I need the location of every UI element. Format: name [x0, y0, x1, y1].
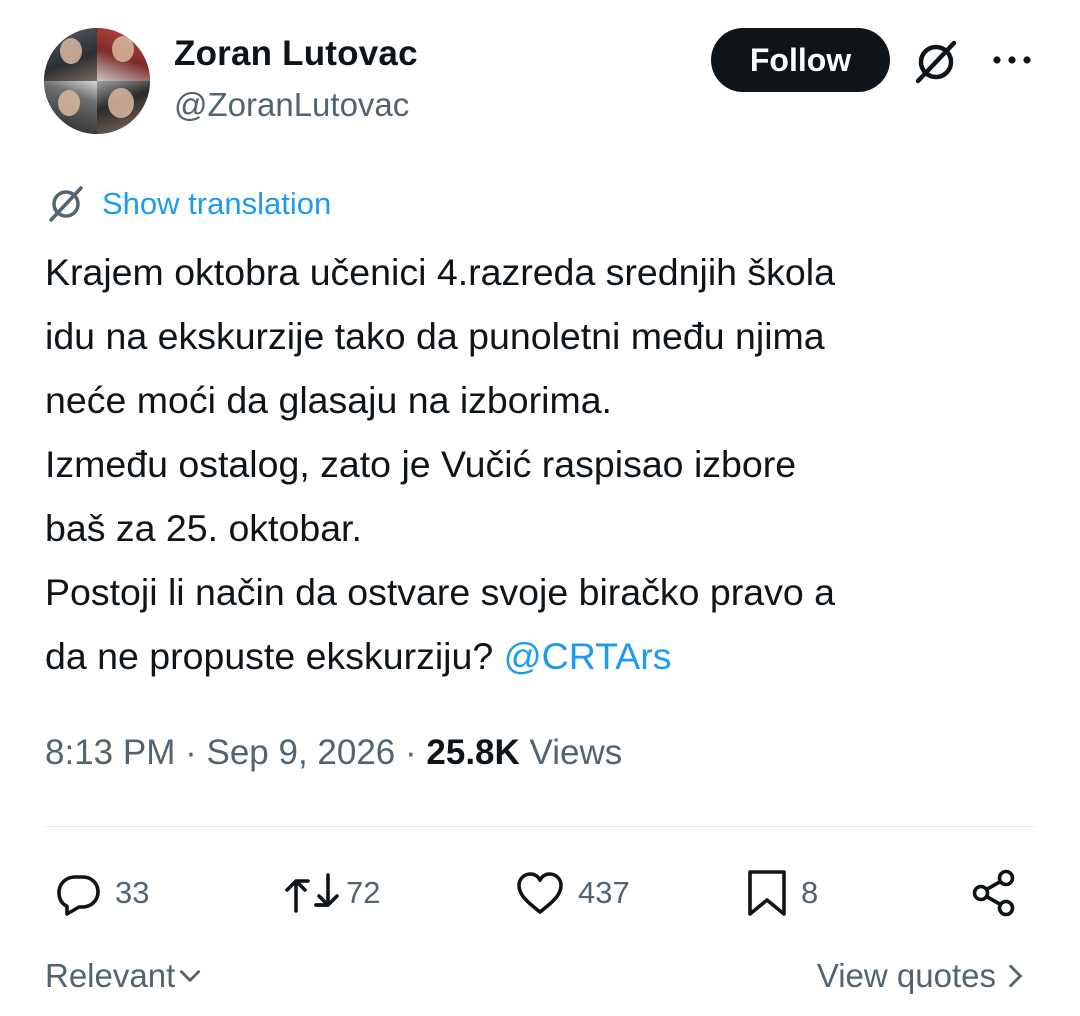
- avatar[interactable]: [44, 28, 150, 134]
- repost-count: 72: [346, 875, 381, 910]
- share-button[interactable]: [970, 866, 1020, 920]
- sort-dropdown[interactable]: Relevant: [45, 957, 203, 995]
- tweet-line: baš za 25. oktobar.: [45, 507, 362, 549]
- reply-button[interactable]: 33: [55, 866, 149, 920]
- avatar-face: [58, 90, 80, 116]
- tweet-line: Krajem oktobra učenici 4.razreda srednji…: [45, 251, 835, 293]
- bookmark-button[interactable]: 8: [745, 866, 818, 920]
- tweet-line: neće moći da glasaju na izborima.: [45, 379, 612, 421]
- tweet-date[interactable]: Sep 9, 2026: [206, 733, 395, 772]
- repost-icon: [285, 873, 339, 913]
- views-label: Views: [529, 733, 623, 772]
- tweet-line: idu na ekskurzije tako da punoletni među…: [45, 315, 825, 357]
- tweet-time[interactable]: 8:13 PM: [45, 733, 175, 772]
- chevron-down-icon: [180, 970, 201, 982]
- like-button[interactable]: 437: [514, 866, 630, 920]
- tweet-line: da ne propuste ekskurziju?: [45, 635, 494, 677]
- heart-icon: [517, 872, 563, 914]
- author-display-name[interactable]: Zoran Lutovac: [174, 34, 418, 74]
- share-icon: [972, 869, 1015, 917]
- tweet-line-last: da ne propuste ekskurziju? @CRTArs: [45, 624, 1055, 688]
- author-handle[interactable]: @ZoranLutovac: [174, 86, 409, 124]
- grok-translate-icon: [49, 186, 83, 222]
- bookmark-icon: [748, 870, 786, 916]
- mention-link[interactable]: @CRTArs: [504, 635, 672, 677]
- grok-icon[interactable]: [912, 38, 960, 86]
- tweet-line: Između ostalog, zato je Vučić raspisao i…: [45, 443, 797, 485]
- tweet-line: Postoji li način da ostvare svoje biračk…: [45, 571, 835, 613]
- sort-label: Relevant: [45, 957, 176, 994]
- divider: [45, 826, 1035, 827]
- like-count: 437: [578, 875, 630, 910]
- show-translation-link[interactable]: Show translation: [102, 186, 331, 222]
- more-dots-icon[interactable]: [990, 42, 1034, 78]
- view-quotes-link[interactable]: View quotes: [817, 957, 1028, 995]
- show-translation-row[interactable]: Show translation: [46, 183, 331, 225]
- repost-button[interactable]: 72: [284, 866, 380, 920]
- views-count: 25.8K: [426, 733, 520, 772]
- chevron-right-icon: [1009, 964, 1022, 988]
- meta-separator: ·: [405, 733, 417, 772]
- tweet-text: Krajem oktobra učenici 4.razreda srednji…: [45, 240, 1055, 688]
- meta-separator: ·: [185, 733, 197, 772]
- avatar-face: [108, 88, 134, 118]
- bookmark-count: 8: [801, 875, 819, 910]
- reply-count: 33: [115, 875, 150, 910]
- follow-button[interactable]: Follow: [711, 28, 890, 92]
- avatar-face: [112, 36, 134, 62]
- reply-icon: [57, 875, 100, 916]
- avatar-face: [60, 38, 82, 64]
- tweet-meta: 8:13 PM · Sep 9, 2026 · 25.8K Views: [45, 733, 622, 773]
- view-quotes-label: View quotes: [816, 957, 996, 994]
